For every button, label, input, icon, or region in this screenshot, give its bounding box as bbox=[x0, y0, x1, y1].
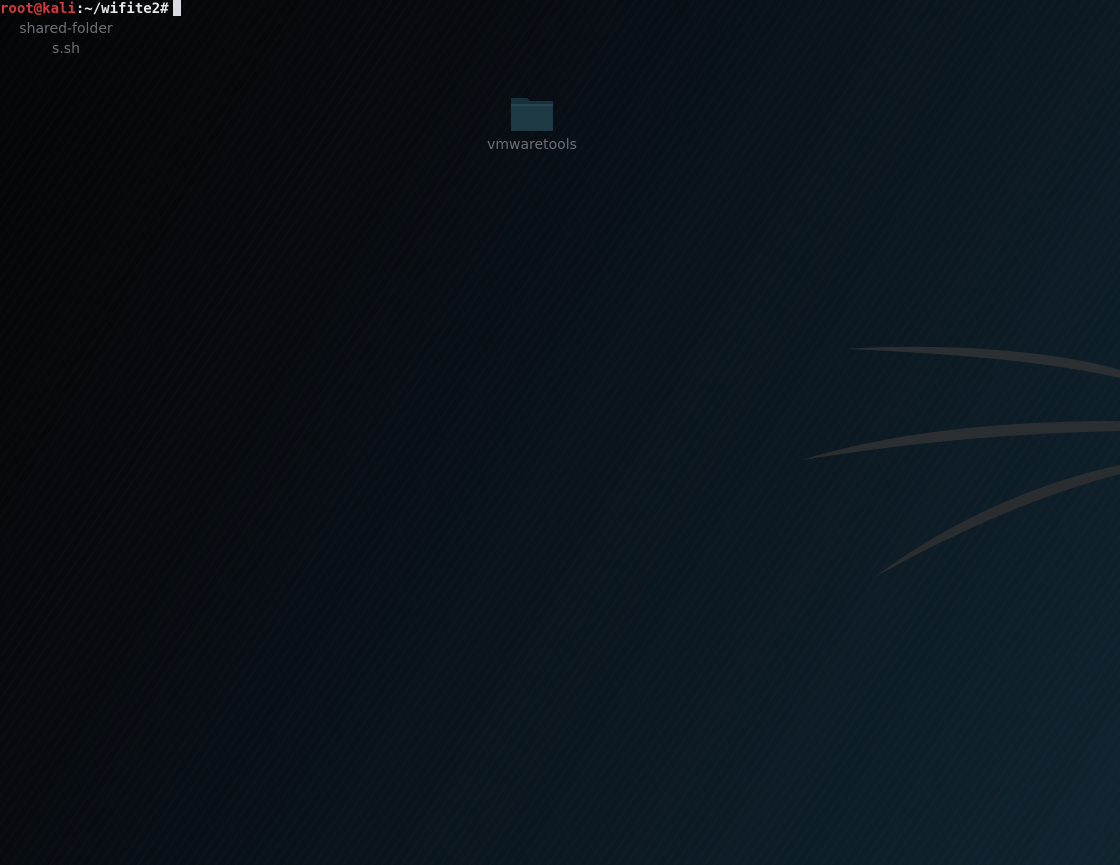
vmwaretools-folder-icon[interactable]: vmwaretools bbox=[484, 92, 580, 155]
shared-folders-script-icon[interactable]: shared-folders.sh bbox=[18, 19, 114, 59]
prompt-symbol: # bbox=[160, 1, 169, 17]
terminal-prompt-line[interactable]: root@kali:~/wifite2# bbox=[0, 0, 181, 18]
dragon-claw-stroke-bottom bbox=[875, 465, 1120, 577]
dragon-claw-stroke-middle bbox=[802, 421, 1120, 460]
prompt-working-directory: :~/wifite2 bbox=[75, 1, 161, 17]
text-cursor bbox=[172, 0, 181, 16]
desktop-background: root@kali:~/wifite2# shared-folders.sh v… bbox=[0, 0, 1120, 865]
prompt-user-host: root@kali bbox=[0, 1, 76, 17]
dragon-claw-stroke-top bbox=[846, 346, 1120, 378]
folder-icon bbox=[511, 98, 553, 131]
vmwaretools-label: vmwaretools bbox=[487, 137, 577, 153]
shared-folders-label: shared-folders.sh bbox=[19, 21, 113, 57]
